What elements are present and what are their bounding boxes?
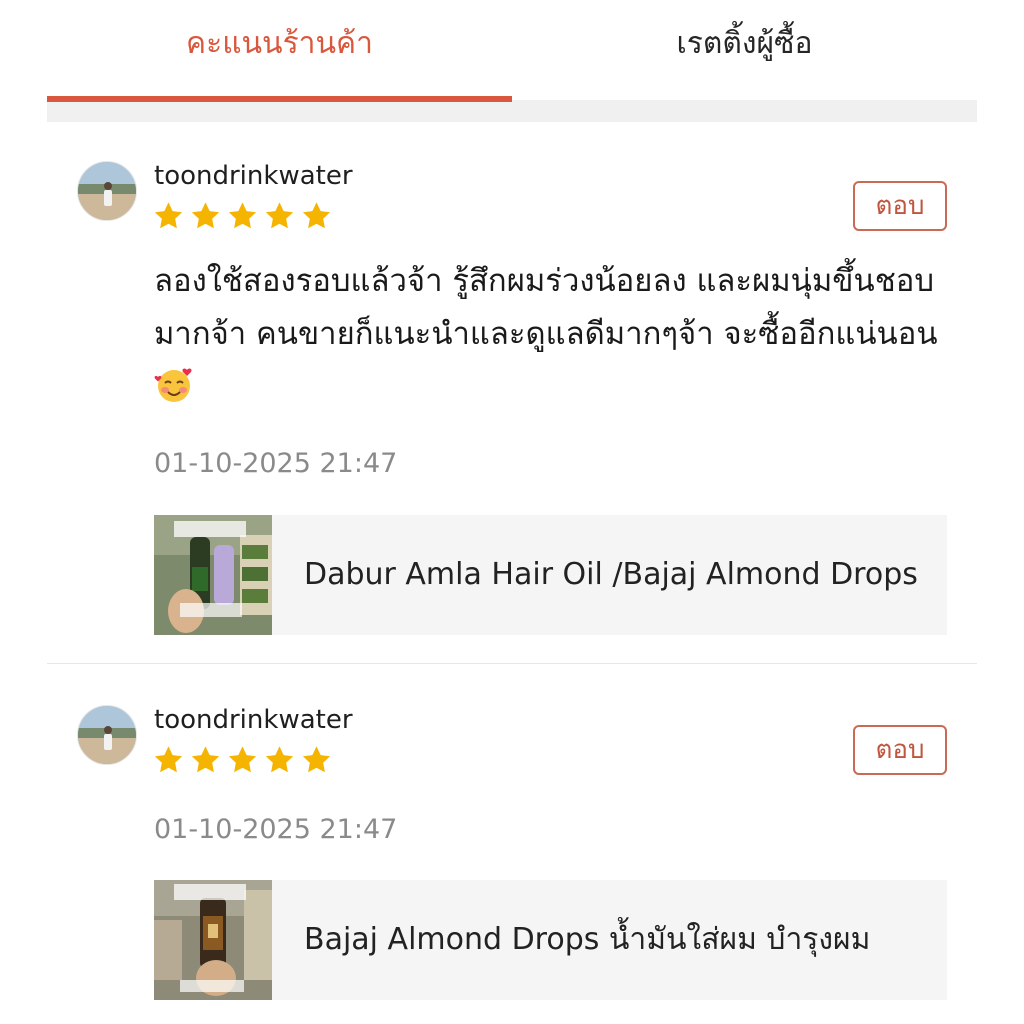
product-thumbnail — [154, 515, 272, 635]
review-text: ลองใช้สองรอบแล้วจ้า รู้สึกผมร่วงน้อยลง แ… — [154, 255, 954, 422]
smiling-face-with-hearts-icon — [154, 365, 194, 422]
rating-stars — [152, 200, 333, 234]
product-card[interactable]: Dabur Amla Hair Oil /Bajaj Almond Drops — [154, 515, 947, 635]
star-icon — [189, 200, 222, 234]
reply-button[interactable]: ตอบ — [853, 181, 947, 231]
review-timestamp: 01-10-2025 21:47 — [154, 814, 398, 845]
review-username: toondrinkwater — [154, 161, 353, 191]
reply-button[interactable]: ตอบ — [853, 725, 947, 775]
star-icon — [189, 744, 222, 778]
product-thumbnail — [154, 880, 272, 1000]
star-icon — [300, 744, 333, 778]
review-username: toondrinkwater — [154, 705, 353, 735]
user-avatar[interactable] — [77, 705, 137, 765]
star-icon — [300, 200, 333, 234]
review-timestamp: 01-10-2025 21:47 — [154, 448, 398, 479]
star-icon — [263, 744, 296, 778]
star-icon — [226, 744, 259, 778]
star-icon — [152, 744, 185, 778]
star-icon — [263, 200, 296, 234]
rating-stars — [152, 744, 333, 778]
star-icon — [226, 200, 259, 234]
product-card[interactable]: Bajaj Almond Drops น้ำมันใส่ผม บำรุงผม — [154, 880, 947, 1000]
review-item: toondrinkwater ตอบ 01-10-2025 21:47 Baja… — [47, 664, 977, 1024]
star-icon — [152, 200, 185, 234]
review-item: toondrinkwater ตอบ ลองใช้สองรอบแล้วจ้า ร… — [47, 0, 977, 663]
review-text-body: ลองใช้สองรอบแล้วจ้า รู้สึกผมร่วงน้อยลง แ… — [154, 263, 938, 352]
user-avatar[interactable] — [77, 161, 137, 221]
product-name: Dabur Amla Hair Oil /Bajaj Almond Drops — [304, 557, 918, 592]
product-name: Bajaj Almond Drops น้ำมันใส่ผม บำรุงผม — [304, 922, 871, 957]
